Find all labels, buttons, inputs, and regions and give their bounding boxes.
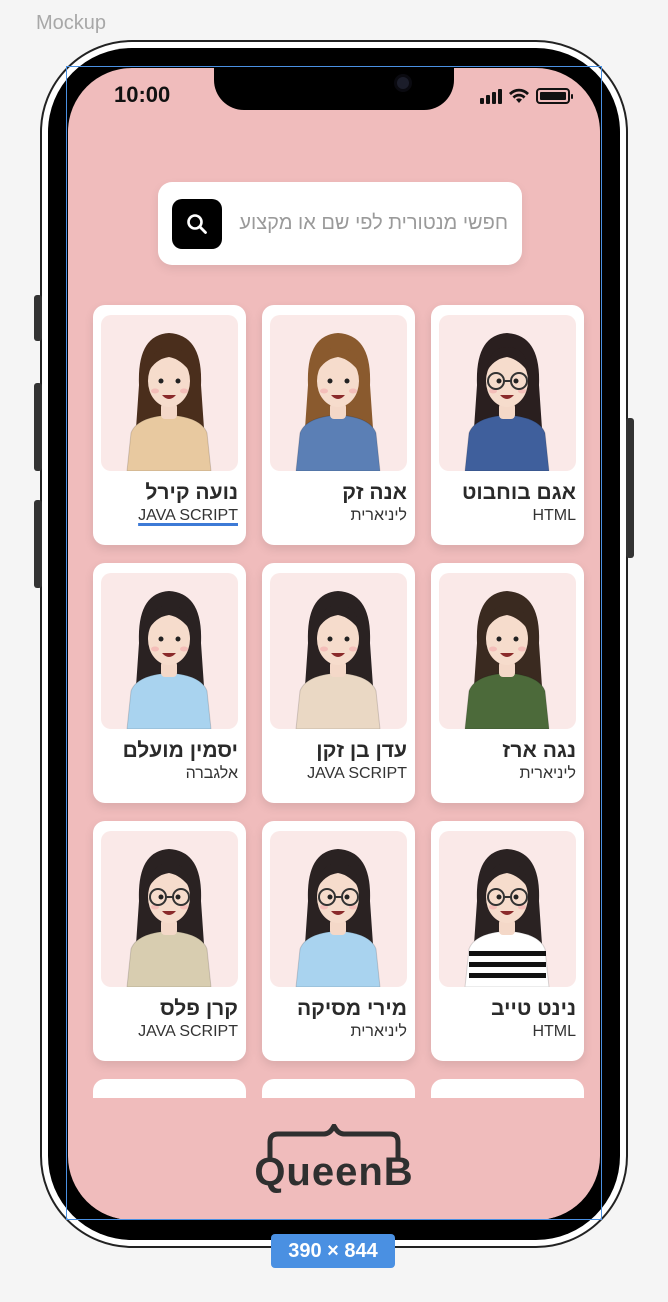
mentor-card[interactable]: נינט טייב HTML bbox=[431, 821, 584, 1061]
status-time: 10:00 bbox=[114, 82, 171, 107]
footer: QueenB bbox=[80, 1098, 588, 1220]
notch bbox=[214, 68, 454, 110]
search-bar[interactable]: חפשי מנטורית לפי שם או מקצוע bbox=[158, 182, 522, 265]
mockup-label: Mockup bbox=[36, 12, 107, 34]
mentor-subject: HTML bbox=[532, 1023, 576, 1040]
volume-down-button bbox=[34, 500, 42, 588]
logo-text: QueenB bbox=[254, 1149, 414, 1194]
mentor-subject: ליניארית bbox=[350, 1023, 408, 1040]
mentor-name: נגה ארז bbox=[502, 739, 576, 762]
app-screen: 10:00 חפשי מנטורית לפי שם או מקצוע אגם ב… bbox=[68, 68, 600, 1220]
mentor-card[interactable]: קרן פלס JAVA SCRIPT bbox=[93, 821, 246, 1061]
mentor-avatar bbox=[101, 315, 238, 471]
search-button[interactable] bbox=[172, 198, 222, 249]
mentor-avatar bbox=[439, 831, 576, 987]
mentor-name: אנה זק bbox=[342, 481, 407, 504]
power-button bbox=[626, 418, 634, 558]
mentor-subject: ליניארית bbox=[350, 507, 408, 524]
queenb-logo[interactable]: QueenB bbox=[254, 1123, 414, 1195]
volume-up-button bbox=[34, 383, 42, 471]
mentor-subject: JAVA SCRIPT bbox=[138, 1023, 238, 1040]
search-icon bbox=[187, 213, 207, 234]
mentor-card[interactable]: נועה קירל JAVA SCRIPT bbox=[93, 305, 246, 545]
mentor-subject: JAVA SCRIPT bbox=[138, 507, 238, 524]
mentor-avatar bbox=[439, 573, 576, 729]
mentor-card[interactable]: עדן בן זקן JAVA SCRIPT bbox=[262, 563, 415, 803]
dimension-badge: 390 × 844 bbox=[271, 1234, 395, 1268]
mentor-avatar bbox=[270, 573, 407, 729]
mentor-name: עדן בן זקן bbox=[316, 739, 407, 762]
signal-icon bbox=[480, 89, 502, 104]
wifi-icon bbox=[509, 88, 529, 103]
mentor-avatar bbox=[270, 831, 407, 987]
battery-icon bbox=[536, 88, 573, 104]
mentor-subject: אלגברה bbox=[185, 765, 238, 782]
mentor-name: יסמין מועלם bbox=[122, 739, 238, 762]
mentor-avatar bbox=[101, 573, 238, 729]
mentor-card[interactable]: אגם בוחבוט HTML bbox=[431, 305, 584, 545]
mentor-grid: אגם בוחבוט HTML אנה זק ליניארית נועה קיר… bbox=[92, 305, 584, 1061]
status-icons bbox=[480, 88, 573, 104]
mentor-name: קרן פלס bbox=[160, 997, 238, 1020]
mentor-name: אגם בוחבוט bbox=[461, 481, 576, 504]
mentor-avatar bbox=[101, 831, 238, 987]
mentor-name: נועה קירל bbox=[145, 481, 238, 504]
mute-switch bbox=[34, 295, 42, 341]
mentor-subject: HTML bbox=[532, 507, 576, 524]
camera-icon bbox=[394, 74, 412, 92]
mentor-avatar bbox=[439, 315, 576, 471]
mentor-name: מירי מסיקה bbox=[296, 997, 407, 1020]
mentor-subject: ליניארית bbox=[519, 765, 577, 782]
search-input[interactable]: חפשי מנטורית לפי שם או מקצוע bbox=[234, 212, 508, 235]
mentor-card[interactable]: נגה ארז ליניארית bbox=[431, 563, 584, 803]
mentor-card[interactable]: יסמין מועלם אלגברה bbox=[93, 563, 246, 803]
mentor-card[interactable]: אנה זק ליניארית bbox=[262, 305, 415, 545]
mentor-subject: JAVA SCRIPT bbox=[307, 765, 407, 782]
mentor-name: נינט טייב bbox=[491, 997, 576, 1020]
mentor-avatar bbox=[270, 315, 407, 471]
mentor-card[interactable]: מירי מסיקה ליניארית bbox=[262, 821, 415, 1061]
